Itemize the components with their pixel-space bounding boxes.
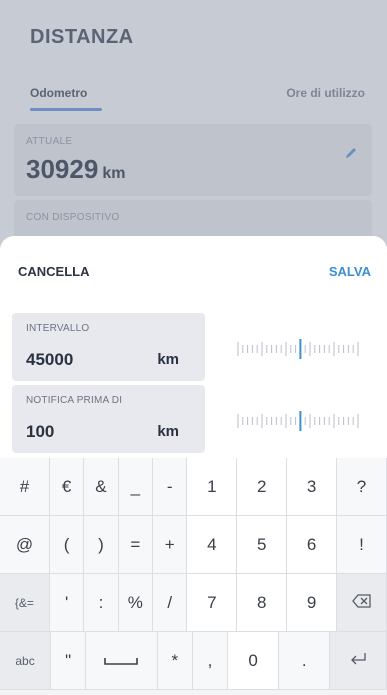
numeric-keyboard: # € & _ -1 2 3? @() = +4 5 6! {&= ':%/7 8 9 abc " *, 0. (0, 458, 387, 695)
interval-value[interactable]: 45000 (26, 350, 73, 370)
key-6[interactable]: 6 (287, 516, 338, 574)
enter-key[interactable] (330, 632, 387, 690)
key-abc-toggle[interactable]: abc (0, 632, 52, 690)
key-equals[interactable]: = (118, 516, 154, 574)
key-percent[interactable]: % (118, 574, 154, 632)
key-question[interactable]: ? (337, 458, 387, 516)
current-odometer-card: ATTUALE 30929 km (14, 124, 372, 196)
current-value: 30929 km (26, 154, 125, 185)
key-9[interactable]: 9 (287, 574, 338, 632)
active-tab-indicator (30, 108, 102, 111)
tab-ore-di-utilizzo[interactable]: Ore di utilizzo (286, 86, 365, 100)
notify-before-value[interactable]: 100 (26, 422, 54, 442)
key-comma[interactable]: , (192, 632, 229, 690)
space-key[interactable] (86, 632, 158, 690)
notify-before-unit: km (157, 423, 179, 440)
notify-before-label: NOTIFICA PRIMA DI (26, 395, 123, 406)
interval-unit: km (157, 351, 179, 368)
interval-field[interactable]: INTERVALLO 45000 km (12, 313, 205, 381)
key-paren-close[interactable]: ) (84, 516, 119, 574)
key-asterisk[interactable]: * (157, 632, 193, 690)
key-0[interactable]: 0 (228, 632, 280, 690)
key-colon[interactable]: : (84, 574, 119, 632)
key-7[interactable]: 7 (187, 574, 238, 632)
notify-before-field[interactable]: NOTIFICA PRIMA DI 100 km (12, 385, 205, 453)
page-title: DISTANZA (30, 26, 134, 48)
sheet-header: CANCELLA SALVA (0, 236, 387, 308)
key-plus[interactable]: + (153, 516, 188, 574)
backspace-key[interactable] (337, 574, 387, 632)
key-period[interactable]: . (279, 632, 331, 690)
key-slash[interactable]: / (153, 574, 188, 632)
key-5[interactable]: 5 (237, 516, 288, 574)
cancel-button[interactable]: CANCELLA (18, 264, 90, 279)
device-label: CON DISPOSITIVO (26, 212, 120, 223)
key-2[interactable]: 2 (237, 458, 288, 516)
key-8[interactable]: 8 (237, 574, 288, 632)
key-ampersand[interactable]: & (84, 458, 119, 516)
key-3[interactable]: 3 (287, 458, 338, 516)
interval-ruler-slider[interactable] (236, 338, 364, 360)
enter-icon (349, 652, 367, 669)
key-euro[interactable]: € (49, 458, 85, 516)
key-paren-open[interactable]: ( (49, 516, 85, 574)
key-4[interactable]: 4 (187, 516, 238, 574)
tab-odometro[interactable]: Odometro (30, 86, 87, 100)
current-value-unit: km (102, 165, 126, 182)
space-icon (104, 651, 139, 671)
key-underscore[interactable]: _ (118, 458, 154, 516)
key-quote[interactable]: " (51, 632, 87, 690)
pencil-icon[interactable] (344, 146, 358, 165)
key-minus[interactable]: - (153, 458, 188, 516)
key-symbols-toggle[interactable]: {&= (0, 574, 50, 632)
backspace-icon (351, 594, 372, 611)
key-exclamation[interactable]: ! (337, 516, 387, 574)
interval-label: INTERVALLO (26, 323, 90, 334)
background-screen: DISTANZA Odometro Ore di utilizzo ATTUAL… (0, 0, 387, 260)
current-value-number: 30929 (26, 154, 99, 184)
notify-before-ruler-slider[interactable] (236, 410, 364, 432)
key-apostrophe[interactable]: ' (49, 574, 85, 632)
key-at[interactable]: @ (0, 516, 50, 574)
current-label: ATTUALE (26, 136, 73, 147)
key-1[interactable]: 1 (187, 458, 238, 516)
key-hash[interactable]: # (0, 458, 50, 516)
save-button[interactable]: SALVA (329, 264, 371, 279)
